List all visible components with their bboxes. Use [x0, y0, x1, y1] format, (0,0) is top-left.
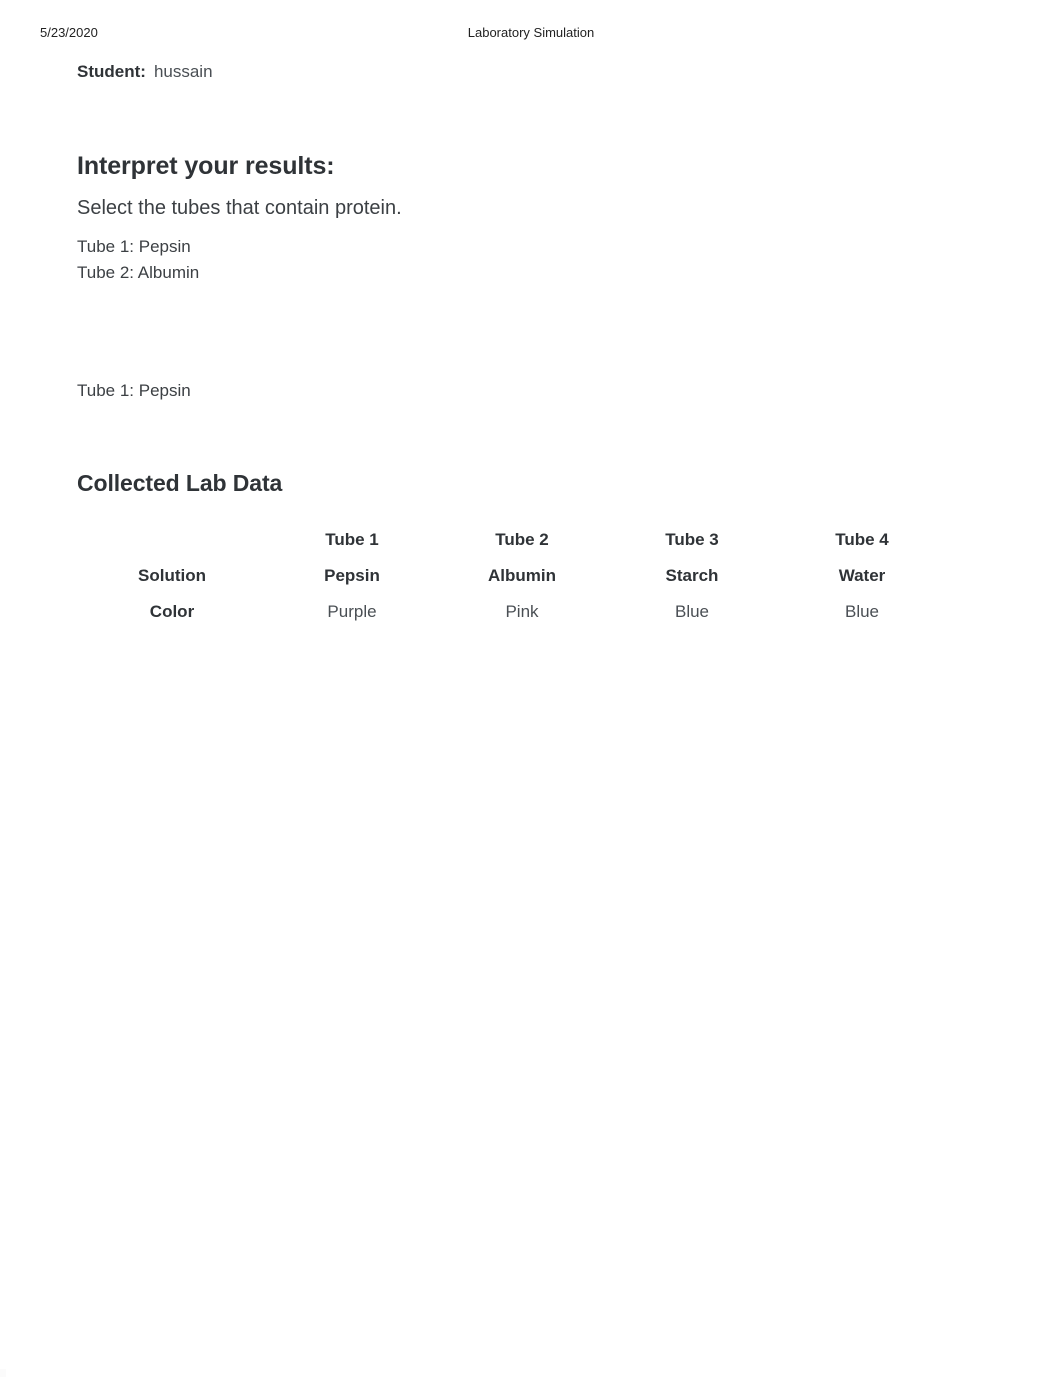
column-header-tube-4: Tube 4 [835, 530, 889, 549]
print-header-title: Laboratory Simulation [467, 25, 595, 40]
list-item: Tube 1: Pepsin [77, 237, 191, 256]
page-edge-artifact [0, 1369, 6, 1377]
student-line: Student: hussain [77, 60, 213, 84]
answer-block-line: Tube 1: Pepsin [77, 381, 191, 400]
interpret-results-heading: Interpret your results: [77, 152, 335, 180]
table-row: Solution Pepsin Albumin Starch Water [77, 558, 947, 594]
collected-lab-data-heading: Collected Lab Data [77, 470, 283, 496]
table-corner-cell [77, 522, 267, 558]
table-header-row: Tube 1 Tube 2 Tube 3 Tube 4 [77, 522, 947, 558]
cell-color-tube-1: Purple [327, 602, 377, 621]
column-header-tube-3: Tube 3 [665, 530, 719, 549]
cell-color-tube-2: Pink [505, 602, 539, 621]
column-header-tube-2: Tube 2 [495, 530, 549, 549]
interpret-results-prompt: Select the tubes that contain protein. [77, 197, 402, 219]
collected-lab-data-section: Collected Lab Data Tube 1 Tube 2 Tube 3 … [77, 468, 977, 630]
selected-tubes-list: Tube 1: Pepsin Tube 2: Albumin [77, 234, 937, 286]
table-row: Color Purple Pink Blue Blue [77, 594, 947, 630]
row-label-solution: Solution [138, 566, 206, 585]
student-label: Student: [77, 62, 146, 81]
answer-block: Tube 1: Pepsin [77, 379, 937, 403]
cell-solution-tube-2: Albumin [488, 566, 556, 585]
cell-solution-tube-1: Pepsin [324, 566, 380, 585]
print-header: 5/23/2020 Laboratory Simulation [0, 24, 1062, 42]
document-page: 5/23/2020 Laboratory Simulation Student:… [0, 0, 1062, 1377]
cell-color-tube-4: Blue [844, 602, 880, 621]
cell-color-tube-3: Blue [674, 602, 710, 621]
cell-solution-tube-3: Starch [665, 566, 719, 585]
column-header-tube-1: Tube 1 [325, 530, 379, 549]
list-item: Tube 2: Albumin [77, 263, 200, 282]
row-label-color: Color [149, 602, 195, 621]
interpret-results-section: Interpret your results: Select the tubes… [77, 150, 937, 286]
cell-solution-tube-4: Water [838, 566, 886, 585]
student-name: hussain [153, 62, 213, 81]
lab-data-table: Tube 1 Tube 2 Tube 3 Tube 4 Solution Pep… [77, 522, 947, 630]
